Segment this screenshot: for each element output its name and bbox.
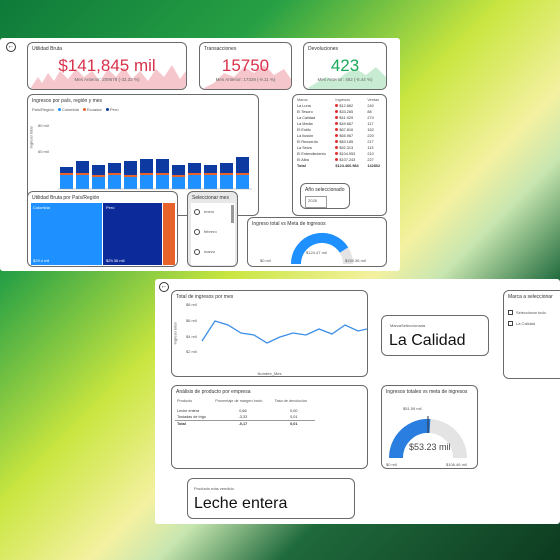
brand-slicer-title: Marca a seleccionar	[508, 294, 553, 300]
month-option-enero[interactable]: enero	[194, 209, 214, 215]
line-chart	[201, 320, 367, 344]
brand-slicer-card: Marca a seleccionar Seleccionar todo La …	[503, 290, 560, 379]
kpi-devoluciones-sub: Mes Anterior: 462 (-8.44 %)	[317, 77, 373, 82]
status-dot-icon	[335, 110, 339, 113]
brand-ingresos-text: $65.967	[339, 134, 354, 138]
brand-ingresos-text: $33.265	[339, 110, 354, 114]
status-dot-icon	[335, 128, 339, 131]
back-arrow-icon[interactable]: ←	[6, 42, 16, 52]
status-dot-icon	[335, 146, 339, 149]
kpi-utilidad-sub: Mes Anterior: 209578 (-32.32 %)	[74, 77, 140, 82]
treemap-ecuador[interactable]	[163, 203, 175, 265]
product-table-title: Análisis de producto por empresa	[176, 389, 251, 395]
brand-table-total: Total $124.466.984 142802	[295, 163, 385, 169]
line-x-axis-label: Nombre_Mes	[257, 371, 282, 376]
year-value: 2028	[308, 198, 317, 203]
product-table: Producto Porcentaje de margen bruto Tasa…	[175, 398, 315, 427]
revenue-gauge-max: $106.46 mil	[446, 462, 467, 467]
best-product-value: Leche entera	[194, 495, 288, 512]
revenue-gauge-min: $0 mil	[386, 462, 397, 467]
brand-table: Marca Ingresos Ventas La Luna $12.862 240 E…	[295, 97, 385, 169]
selected-brand-value: La Calidad	[389, 332, 466, 349]
brand-ingresos-text: $83.185	[339, 140, 354, 144]
treemap-colombia-label: Colombia	[33, 205, 50, 210]
month-slicer-list: enero febrero marzo	[191, 203, 235, 265]
treemap-title: Utilidad Bruta por País/Región	[32, 195, 100, 201]
revenue-gauge-chart	[388, 416, 467, 459]
treemap-peru[interactable]	[103, 203, 162, 265]
selected-brand-label: MarcaSeleccionada	[390, 323, 426, 328]
checkbox-calidad-icon[interactable]	[508, 321, 513, 327]
status-dot-icon	[335, 158, 339, 161]
gauge-min: $0 mil	[260, 258, 271, 263]
kpi-devoluciones-value: 423	[330, 56, 360, 75]
radio-marzo-icon[interactable]	[194, 249, 200, 255]
status-dot-icon	[335, 140, 339, 143]
product-table-total: Total -0,17 0,01	[175, 420, 315, 428]
treemap-peru-label: Perú	[106, 205, 115, 210]
brand-ingresos-text: $107.243	[339, 158, 356, 162]
brand-option-all[interactable]: Seleccionar todo	[508, 310, 546, 316]
radio-febrero-icon[interactable]	[194, 229, 200, 235]
kpi-utilidad-value: $141,845 mil	[58, 56, 156, 75]
brand-ingresos-text: $41.929	[339, 116, 354, 120]
year-card: Año seleccionado 2028	[300, 183, 350, 209]
selected-brand-card: MarcaSeleccionada La Calidad	[381, 315, 489, 356]
month-slicer-card: Seleccionar mes enero febrero marzo	[187, 191, 238, 267]
gauge-card: Ingreso total vs Meta de ingresos $124.4…	[247, 217, 387, 267]
treemap-colombia-value: $29.4 mil	[33, 258, 50, 263]
checkbox-all-icon[interactable]	[508, 310, 513, 316]
back-arrow-icon-2[interactable]: ←	[159, 282, 169, 292]
kpi-devoluciones-card: Devoluciones 423 Mes Anterior: 462 (-8.4…	[303, 42, 387, 90]
brand-ingresos-text: $92.313	[339, 146, 354, 150]
month-option-marzo[interactable]: marzo	[194, 249, 215, 255]
status-dot-icon	[335, 152, 339, 155]
kpi-transacciones-value: 15750	[221, 56, 270, 75]
gauge-value: $124.47 mil	[306, 250, 327, 255]
total-label: Total	[297, 164, 306, 168]
revenue-gauge-value: $53.23 mil	[409, 442, 451, 452]
status-dot-icon	[335, 122, 339, 125]
radio-enero-icon[interactable]	[194, 209, 200, 215]
line-chart-card: Total de ingresos por mes $8 mil $6 mil …	[171, 290, 368, 377]
brand-ingresos-text: $49.667	[339, 122, 354, 126]
best-product-label: Producto más vendido	[194, 486, 234, 491]
treemap-colombia[interactable]	[31, 203, 102, 265]
year-title: Año seleccionado	[305, 187, 345, 193]
total-ingresos: $124.466.984	[335, 164, 359, 168]
treemap-peru-value: $29.36 mil	[106, 258, 125, 263]
kpi-transacciones-card: Transacciones 15750 Mes Anterior: 17329 …	[199, 42, 292, 90]
brand-option-calidad[interactable]: La Calidad	[508, 321, 535, 327]
month-slicer-title: Seleccionar mes	[192, 195, 229, 201]
brand-ingresos-text: $12.862	[339, 104, 354, 108]
status-dot-icon	[335, 116, 339, 119]
kpi-utilidad-card: Utilidad Bruta $141,845 mil Mes Anterior…	[27, 42, 187, 90]
status-dot-icon	[335, 134, 339, 137]
status-dot-icon	[335, 104, 339, 107]
gauge-max: $159.36 mil	[345, 258, 366, 263]
bottom-report-panel: ← Total de ingresos por mes $8 mil $6 mi…	[155, 279, 560, 524]
month-slicer-scrollbar[interactable]	[231, 205, 234, 223]
treemap-card: Utilidad Bruta por País/Región Colombia …	[27, 191, 178, 267]
total-ventas: 142802	[367, 164, 381, 168]
top-report-panel: ← Utilidad Bruta $141,845 mil Mes Anteri…	[0, 38, 400, 271]
best-product-card: Producto más vendido Leche entera	[187, 478, 355, 519]
month-option-febrero[interactable]: febrero	[194, 229, 217, 235]
kpi-transacciones-sub: Mes Anterior: 17329 (-9.11 %)	[215, 77, 276, 82]
brand-ingresos-text: $104.953	[339, 152, 356, 156]
brand-ingresos-text: $67.816	[339, 128, 354, 132]
revenue-gauge-card: Ingresos totales vs meta de ingresos $51…	[381, 385, 478, 469]
product-table-card: Análisis de producto por empresa Product…	[171, 385, 368, 469]
